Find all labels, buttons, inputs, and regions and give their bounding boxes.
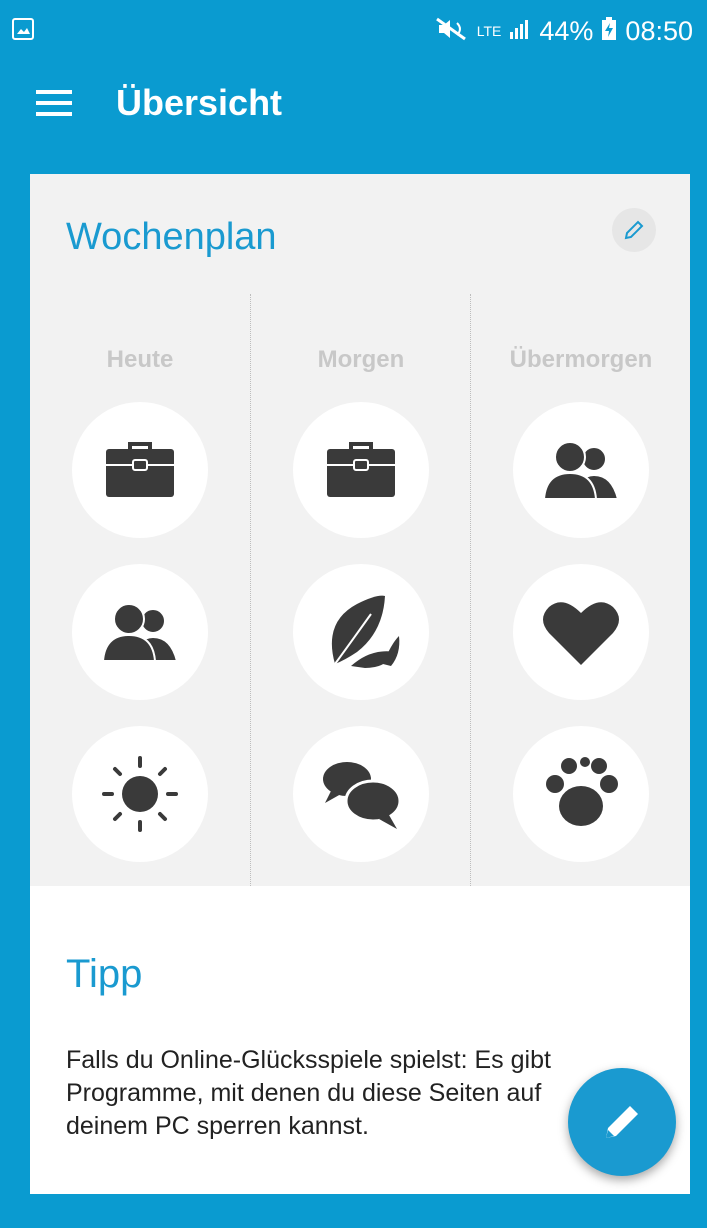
leaf-icon [331, 595, 400, 668]
pencil-icon [606, 1106, 638, 1138]
activity-slot[interactable] [513, 726, 649, 862]
battery-charging-icon [601, 16, 617, 46]
tip-title: Tipp [66, 952, 143, 996]
briefcase-icon [106, 442, 174, 497]
weekplan-title: Wochenplan [66, 216, 277, 258]
battery-percent: 44% [539, 15, 594, 46]
menu-icon[interactable] [36, 90, 76, 124]
heart-icon [543, 602, 619, 665]
activity-slot[interactable] [293, 402, 429, 538]
overview-card: Wochenplan Heute Morgen Übermorgen Tipp … [30, 174, 690, 1194]
briefcase-icon [327, 442, 395, 497]
day-column-today: Heute [30, 294, 250, 886]
activity-slot[interactable] [293, 726, 429, 862]
edit-fab-button[interactable] [568, 1068, 676, 1176]
activity-slot[interactable] [513, 402, 649, 538]
day-label: Morgen [317, 346, 405, 373]
clock: 08:50 [625, 15, 693, 46]
day-label: Heute [106, 346, 174, 373]
day-label: Übermorgen [509, 346, 653, 373]
activity-slot[interactable] [513, 564, 649, 700]
people-icon [101, 603, 179, 662]
app-bar: Übersicht [0, 62, 707, 152]
people-icon [542, 441, 620, 500]
activity-slot[interactable] [72, 402, 208, 538]
day-column-after-tomorrow: Übermorgen [470, 294, 691, 886]
status-bar: LTE 44% 08:50 [0, 0, 707, 62]
paw-icon [546, 757, 618, 826]
network-type: LTE [476, 23, 502, 39]
page-title: Übersicht [116, 82, 283, 123]
sun-icon [102, 756, 178, 832]
gallery-notification-icon [12, 18, 34, 40]
activity-slot[interactable] [293, 564, 429, 700]
chat-icon [323, 762, 402, 829]
activity-slot[interactable] [72, 726, 208, 862]
day-column-tomorrow: Morgen [250, 294, 471, 886]
tip-text: Falls du Online-Glücksspiele spielst: Es… [66, 1046, 551, 1140]
edit-weekplan-button[interactable] [612, 208, 656, 252]
weekplan-section: Wochenplan Heute Morgen Übermorgen [30, 174, 690, 886]
pencil-icon [624, 220, 644, 240]
mute-icon [435, 17, 469, 46]
activity-slot[interactable] [72, 564, 208, 700]
signal-icon [509, 18, 531, 45]
